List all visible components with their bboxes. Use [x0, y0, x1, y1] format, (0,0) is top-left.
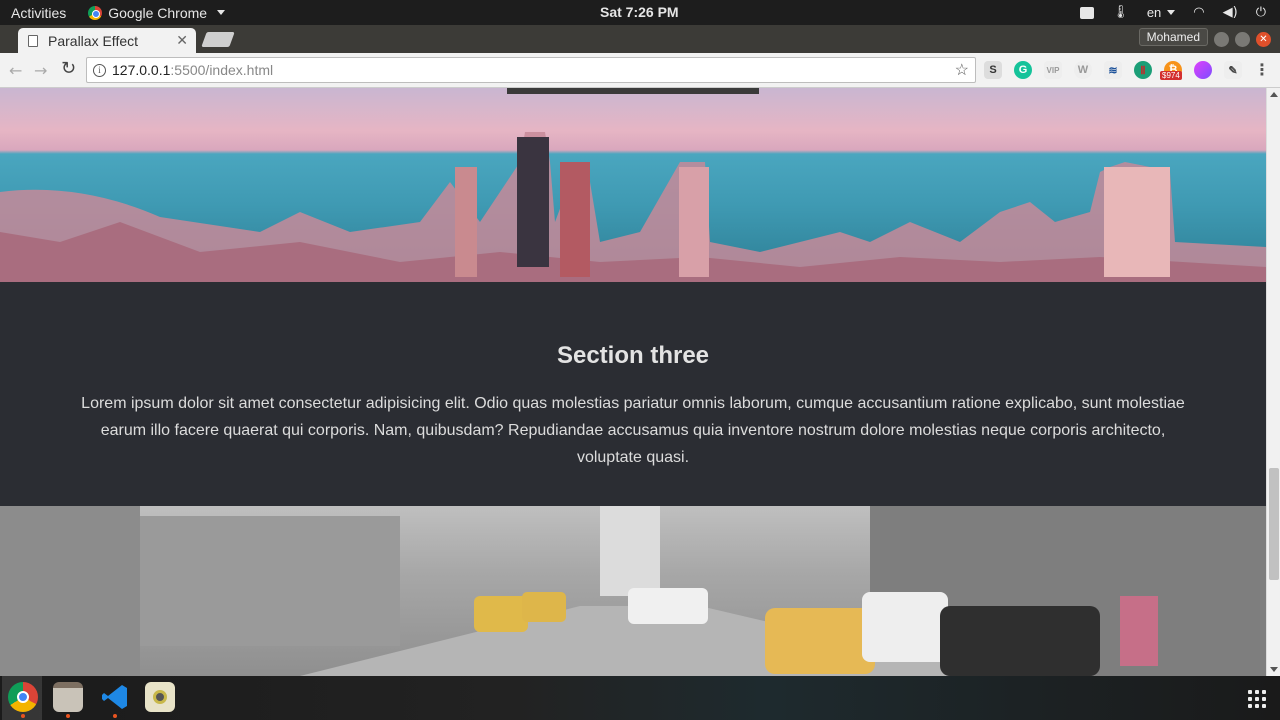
- section-three: Section three Lorem ipsum dolor sit amet…: [0, 282, 1266, 506]
- running-indicator: [66, 714, 70, 718]
- city-street-image: [0, 506, 1266, 676]
- running-indicator: [21, 714, 25, 718]
- close-window-button[interactable]: ✕: [1256, 32, 1271, 47]
- extensions-area: S G VIP W ≋ Ⅱ ₿ $974 ✎: [984, 61, 1242, 80]
- rhythmbox-icon[interactable]: [145, 682, 175, 712]
- page-viewport: Section three Lorem ipsum dolor sit amet…: [0, 88, 1266, 676]
- url-host: 127.0.0.1: [112, 62, 171, 78]
- language-selector[interactable]: en: [1146, 5, 1176, 20]
- url-path: :5500/index.html: [170, 62, 274, 78]
- chevron-down-icon: [1167, 10, 1176, 15]
- tab-title: Parallax Effect: [48, 32, 139, 49]
- chrome-icon[interactable]: [8, 682, 38, 712]
- app-menu[interactable]: Google Chrome: [88, 4, 226, 21]
- activities-button[interactable]: Activities: [11, 5, 66, 21]
- section-heading: Section three: [556, 342, 710, 369]
- back-button[interactable]: ←: [9, 61, 22, 80]
- vscode-icon[interactable]: [100, 682, 130, 712]
- extension-vip-icon[interactable]: VIP: [1044, 61, 1062, 79]
- extension-s-icon[interactable]: S: [984, 61, 1002, 79]
- ubuntu-dock: [0, 676, 1280, 720]
- eyedropper-icon[interactable]: ✎: [1224, 61, 1242, 79]
- app-menu-label: Google Chrome: [108, 4, 208, 21]
- system-tray: 🌡︎ en ◠ ◀) ⏻: [1080, 0, 1266, 25]
- skyline-illustration: [0, 132, 1266, 282]
- hero-divider: [507, 88, 759, 94]
- system-top-bar: Activities Google Chrome Sat 7:26 PM 🌡︎ …: [0, 0, 1280, 25]
- bookmark-star-icon[interactable]: ☆: [955, 60, 969, 80]
- close-tab-icon[interactable]: ✕: [176, 33, 188, 49]
- volume-icon[interactable]: ◀): [1223, 5, 1238, 20]
- tab-parallax-effect[interactable]: Parallax Effect ✕: [18, 28, 196, 53]
- browser-toolbar: ← → ↻ i 127.0.0.1:5500/index.html ☆ S G …: [0, 53, 1280, 88]
- scroll-down-arrow-icon[interactable]: [1270, 667, 1278, 672]
- chrome-menu-icon[interactable]: ⋮: [1254, 60, 1270, 79]
- forward-button[interactable]: →: [34, 61, 47, 80]
- show-apps-icon[interactable]: [1248, 690, 1266, 708]
- page-scrollbar[interactable]: [1266, 88, 1280, 676]
- info-icon[interactable]: i: [93, 63, 106, 77]
- wifi-icon[interactable]: ◠: [1193, 5, 1204, 20]
- clock[interactable]: Sat 7:26 PM: [600, 4, 679, 20]
- running-indicator: [113, 714, 117, 718]
- city-skyline-image: [0, 88, 1266, 282]
- maximize-button[interactable]: [1235, 32, 1250, 47]
- street-illustration: [0, 506, 1266, 676]
- page-icon: [28, 34, 38, 47]
- wordpress-icon[interactable]: W: [1074, 61, 1092, 79]
- scroll-up-arrow-icon[interactable]: [1270, 92, 1278, 97]
- thermometer-icon[interactable]: 🌡︎: [1112, 5, 1129, 20]
- section-body-text: Lorem ipsum dolor sit amet consectetur a…: [81, 395, 1185, 466]
- scrollbar-thumb[interactable]: [1269, 468, 1279, 580]
- bitcoin-ticker-icon[interactable]: ₿ $974: [1160, 61, 1182, 80]
- grammarly-icon[interactable]: G: [1014, 61, 1032, 79]
- profile-button[interactable]: Mohamed: [1138, 28, 1208, 46]
- power-icon[interactable]: ⏻: [1256, 5, 1266, 20]
- extension-ring-icon[interactable]: Ⅱ: [1134, 61, 1152, 79]
- files-icon[interactable]: [53, 682, 83, 712]
- extension-paint-icon[interactable]: [1194, 61, 1212, 79]
- steem-icon[interactable]: ≋: [1104, 61, 1122, 79]
- price-badge: $974: [1160, 71, 1182, 80]
- language-label: en: [1146, 5, 1162, 20]
- chrome-icon: [88, 5, 103, 20]
- address-bar[interactable]: i 127.0.0.1:5500/index.html ☆: [86, 57, 976, 83]
- new-tab-button[interactable]: [201, 32, 235, 47]
- minimize-button[interactable]: [1214, 32, 1229, 47]
- reload-button[interactable]: ↻: [61, 58, 76, 79]
- tab-strip: Parallax Effect ✕ Mohamed ✕: [0, 25, 1280, 53]
- indicator-icon[interactable]: [1080, 6, 1095, 19]
- chevron-down-icon: [217, 10, 226, 15]
